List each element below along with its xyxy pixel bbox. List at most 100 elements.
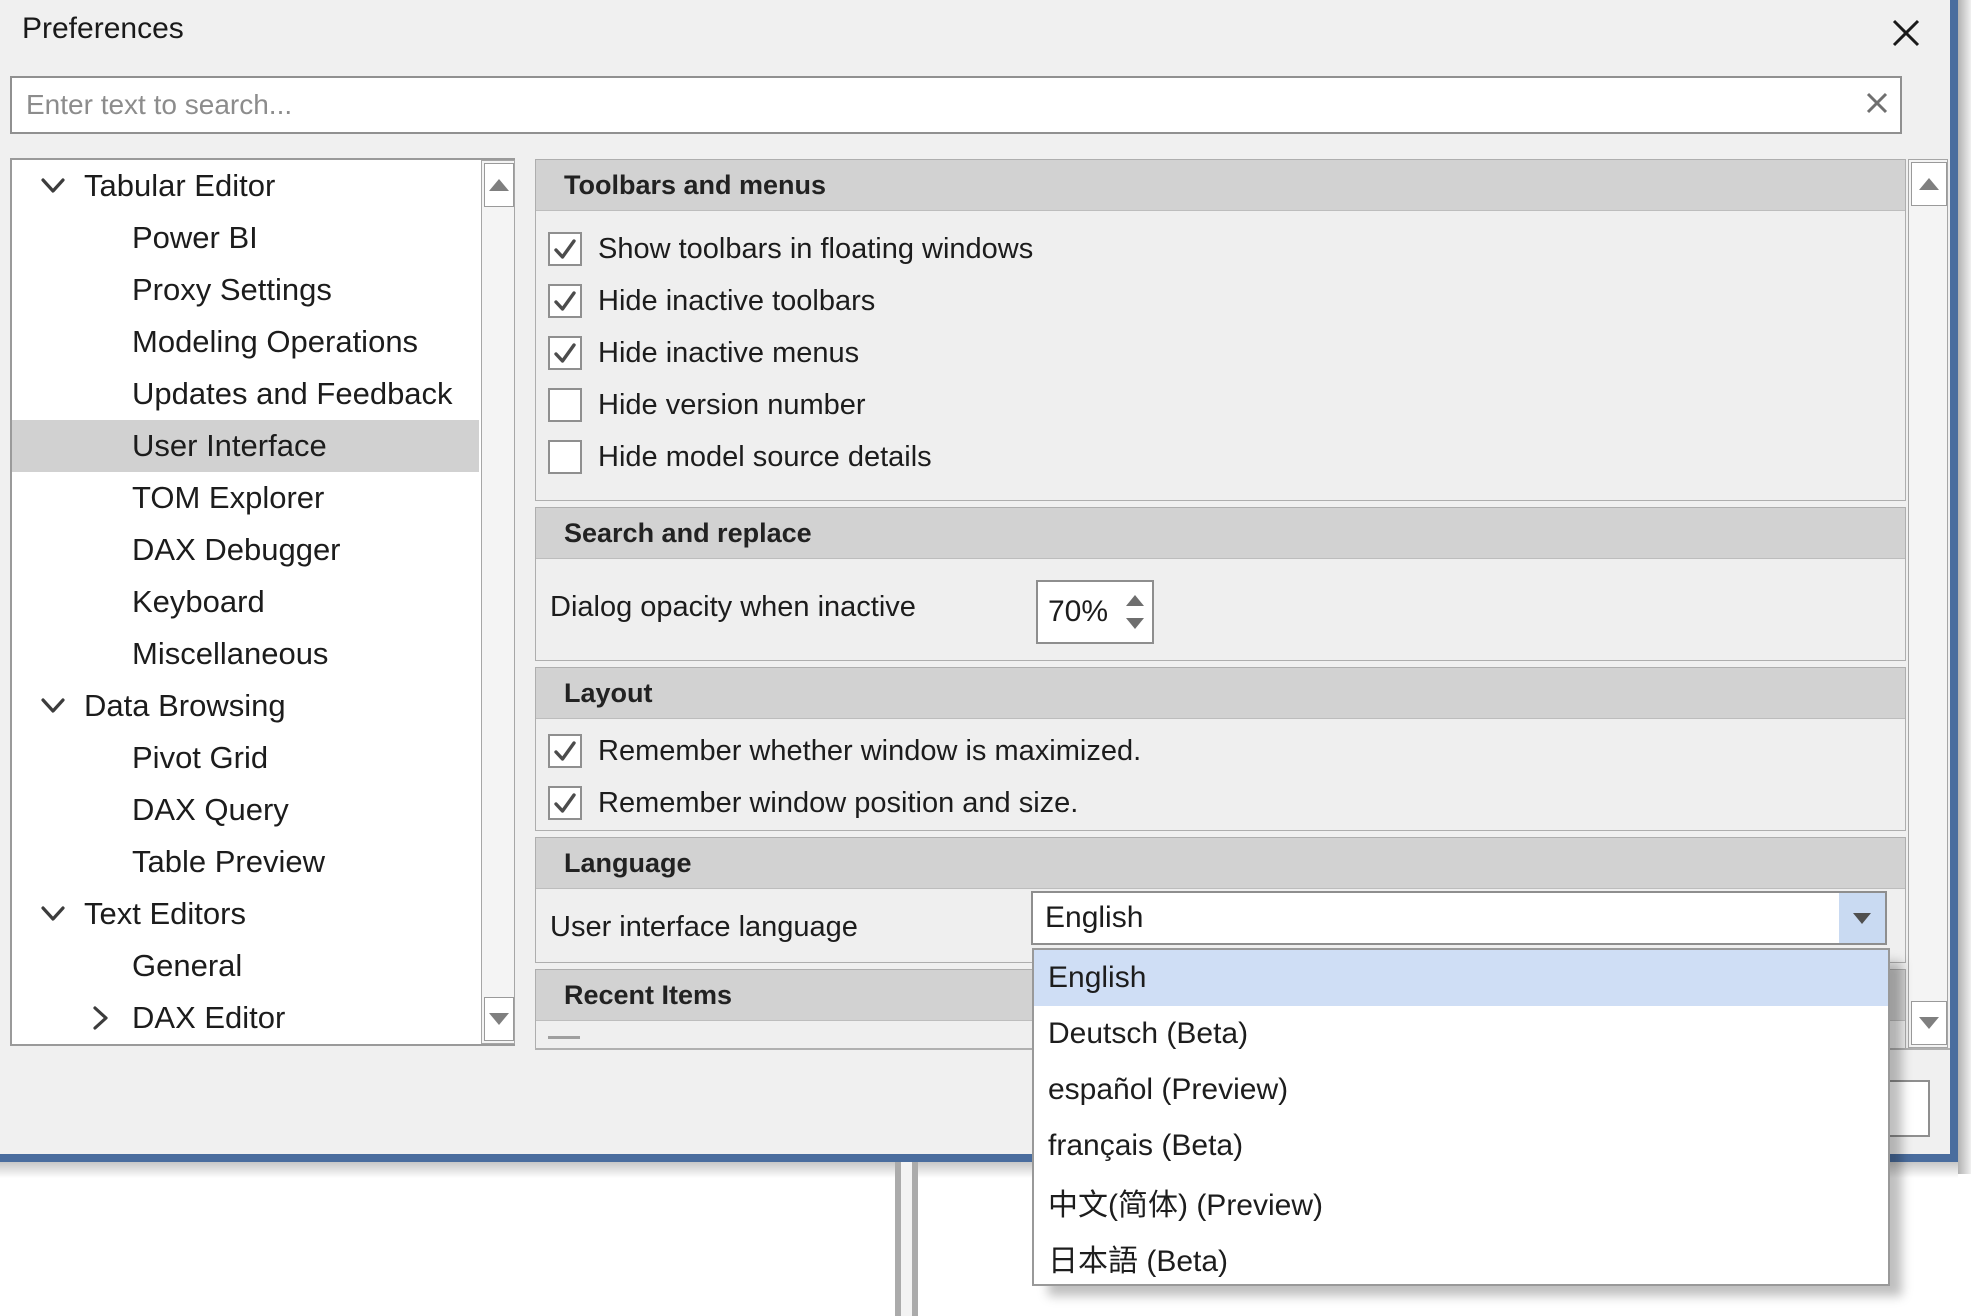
checkbox-checked[interactable] [548, 786, 582, 820]
section-search-and-replace: Search and replace Dialog opacity when i… [535, 507, 1906, 661]
close-icon [1891, 18, 1921, 53]
sidebar-item-proxy-settings[interactable]: Proxy Settings [12, 264, 479, 316]
language-option-2[interactable]: español (Preview) [1034, 1062, 1888, 1118]
arrow-up-icon [1919, 178, 1939, 190]
tree-rows: Tabular Editor Power BI Proxy Settings Mode… [12, 160, 513, 1044]
section-header: Language [536, 838, 1905, 889]
spinner-arrows [1118, 582, 1152, 642]
chevron-down-icon[interactable] [36, 689, 70, 723]
checkbox-label: Remember window position and size. [598, 787, 1078, 820]
window-border-right [1950, 0, 1958, 1162]
sidebar-item-label: Power BI [132, 220, 258, 256]
checkbox-label: Show toolbars in floating windows [598, 233, 1033, 266]
tree-scrollbar[interactable] [481, 160, 515, 1044]
section-header: Search and replace [536, 508, 1905, 559]
screen: { "window": { "title": "Preferences" }, … [0, 0, 1971, 1316]
checkbox-label: Hide inactive toolbars [598, 285, 875, 318]
sidebar-item-label: User Interface [132, 428, 327, 464]
checkbox-row: Hide version number [536, 379, 1905, 431]
opacity-spinner[interactable]: 70% [1036, 580, 1154, 644]
tree-scroll-up-button[interactable] [484, 163, 514, 207]
chevron-down-icon[interactable] [36, 169, 70, 203]
window-shadow-right [1958, 0, 1971, 1174]
checkbox-checked[interactable] [548, 734, 582, 768]
checkbox-checked[interactable] [548, 284, 582, 318]
opacity-value: 70% [1038, 595, 1118, 629]
layout-checkbox-list: Remember whether window is maximized. Rem… [536, 719, 1905, 829]
sidebar-item-dax-debugger[interactable]: DAX Debugger [12, 524, 479, 576]
sidebar-item-label: Table Preview [132, 844, 325, 880]
spinner-down-icon[interactable] [1126, 618, 1144, 629]
chevron-right-icon[interactable] [84, 1001, 118, 1035]
language-option-0[interactable]: English [1034, 950, 1888, 1006]
settings-pane-scrollbar[interactable] [1908, 159, 1948, 1048]
checkbox-label: Hide model source details [598, 441, 932, 474]
splitter-line-right[interactable] [912, 1162, 918, 1316]
checkbox-checked[interactable] [548, 336, 582, 370]
language-option-4[interactable]: 中文(简体) (Preview) [1034, 1174, 1888, 1230]
search-clear-button[interactable] [1854, 78, 1900, 132]
sidebar-item-dax-editor[interactable]: DAX Editor [12, 992, 479, 1044]
clear-x-icon [1865, 91, 1889, 120]
language-option-5[interactable]: 日本語 (Beta) [1034, 1230, 1888, 1286]
sidebar-item-miscellaneous[interactable]: Miscellaneous [12, 628, 479, 680]
ui-language-combobox[interactable]: English [1031, 891, 1887, 945]
sidebar-item-data-browsing[interactable]: Data Browsing [12, 680, 479, 732]
settings-tree: Tabular Editor Power BI Proxy Settings Mode… [10, 158, 515, 1046]
checkbox-checked[interactable] [548, 232, 582, 266]
arrow-down-icon [1919, 1017, 1939, 1029]
ui-language-value: English [1033, 901, 1839, 935]
sidebar-item-label: Tabular Editor [84, 168, 275, 204]
sidebar-item-modeling-operations[interactable]: Modeling Operations [12, 316, 479, 368]
sidebar-item-tabular-editor[interactable]: Tabular Editor [12, 160, 479, 212]
checkbox-unchecked[interactable] [548, 388, 582, 422]
clipped-checkbox-edge [548, 1036, 580, 1039]
search-input[interactable] [12, 89, 1854, 121]
checkbox-row: Hide inactive menus [536, 327, 1905, 379]
sidebar-item-label: Pivot Grid [132, 740, 268, 776]
sidebar-item-label: TOM Explorer [132, 480, 324, 516]
language-dropdown-popup: EnglishDeutsch (Beta)español (Preview)fr… [1032, 948, 1890, 1286]
toolbars-checkbox-list: Show toolbars in floating windows Hide in… [536, 211, 1905, 483]
section-header: Toolbars and menus [536, 160, 1905, 211]
sidebar-item-label: Keyboard [132, 584, 265, 620]
sidebar-item-updates-and-feedback[interactable]: Updates and Feedback [12, 368, 479, 420]
sidebar-item-text-editors[interactable]: Text Editors [12, 888, 479, 940]
checkbox-row: Hide model source details [536, 431, 1905, 483]
sidebar-item-label: Data Browsing [84, 688, 286, 724]
sidebar-item-label: DAX Editor [132, 1000, 285, 1036]
chevron-down-icon [1853, 913, 1871, 924]
pane-scroll-down-button[interactable] [1911, 1001, 1947, 1045]
pane-scroll-up-button[interactable] [1911, 162, 1947, 206]
sidebar-item-table-preview[interactable]: Table Preview [12, 836, 479, 888]
splitter-line-left[interactable] [895, 1162, 901, 1316]
search-box [10, 76, 1902, 134]
checkbox-row: Remember window position and size. [536, 777, 1905, 829]
language-option-1[interactable]: Deutsch (Beta) [1034, 1006, 1888, 1062]
sidebar-item-label: Proxy Settings [132, 272, 332, 308]
sidebar-item-pivot-grid[interactable]: Pivot Grid [12, 732, 479, 784]
checkbox-row: Remember whether window is maximized. [536, 725, 1905, 777]
section-language: Language User interface language English [535, 837, 1906, 963]
sidebar-item-user-interface[interactable]: User Interface [12, 420, 479, 472]
sidebar-item-dax-query[interactable]: DAX Query [12, 784, 479, 836]
checkbox-unchecked[interactable] [548, 440, 582, 474]
chevron-down-icon[interactable] [36, 897, 70, 931]
arrow-down-icon [489, 1013, 509, 1025]
sidebar-item-label: Text Editors [84, 896, 246, 932]
checkbox-row: Hide inactive toolbars [536, 275, 1905, 327]
tree-scroll-down-button[interactable] [484, 997, 514, 1041]
close-button[interactable] [1888, 16, 1924, 54]
combobox-dropdown-button[interactable] [1839, 893, 1885, 943]
sidebar-item-label: DAX Debugger [132, 532, 341, 568]
sidebar-item-tom-explorer[interactable]: TOM Explorer [12, 472, 479, 524]
sidebar-item-general[interactable]: General [12, 940, 479, 992]
checkbox-label: Hide inactive menus [598, 337, 859, 370]
sidebar-item-power-bi[interactable]: Power BI [12, 212, 479, 264]
language-option-3[interactable]: français (Beta) [1034, 1118, 1888, 1174]
sidebar-item-label: DAX Query [132, 792, 289, 828]
section-toolbars-and-menus: Toolbars and menus Show toolbars in floa… [535, 159, 1906, 501]
sidebar-item-keyboard[interactable]: Keyboard [12, 576, 479, 628]
spinner-up-icon[interactable] [1126, 595, 1144, 606]
sidebar-item-label: General [132, 948, 242, 984]
